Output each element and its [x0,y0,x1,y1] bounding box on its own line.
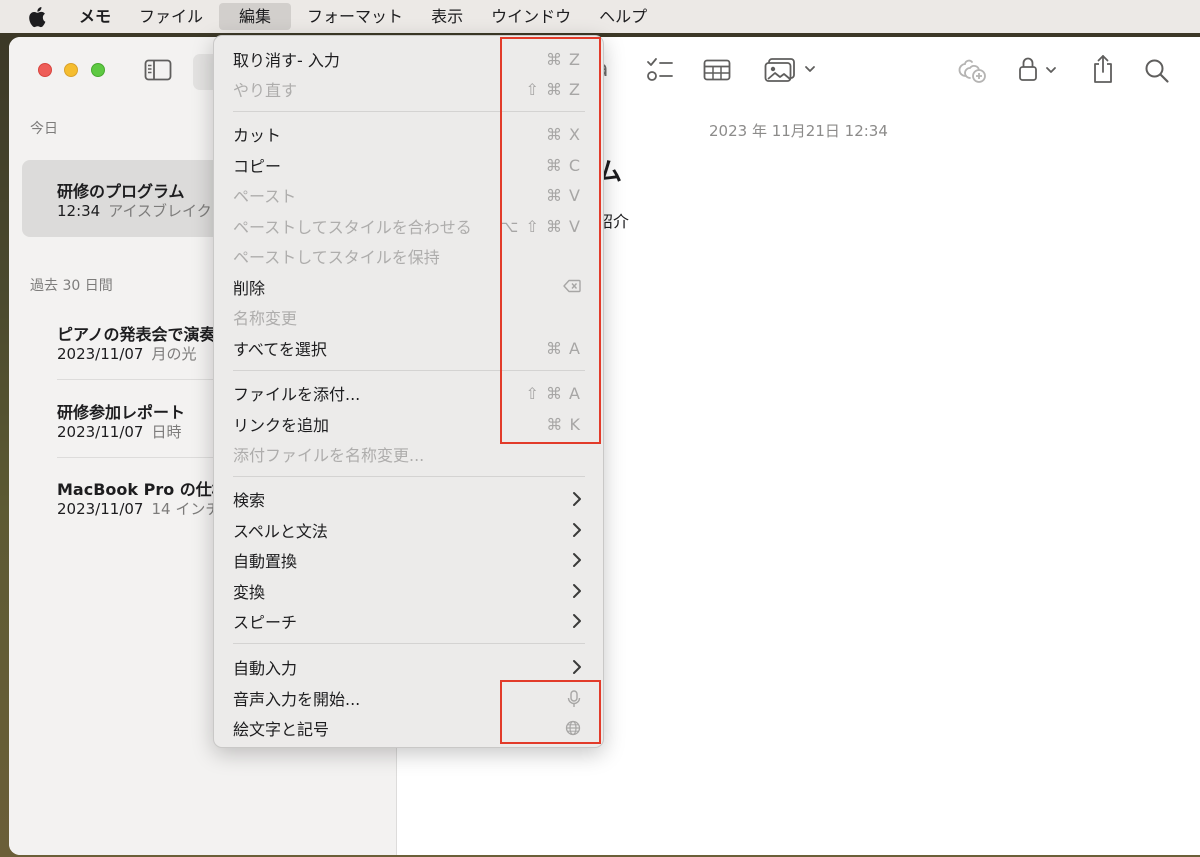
menu-item-label: 絵文字と記号 [233,720,330,739]
minimize-button[interactable] [64,63,78,77]
search-icon[interactable] [1144,58,1170,84]
chevron-right-icon [573,492,581,506]
chevron-right-icon [573,523,581,537]
menu-item-label: すべてを選択 [233,340,327,359]
menu-item-find[interactable]: 検索 [214,484,603,514]
menu-item-label: 名称変更 [233,309,298,328]
menubar-format[interactable]: フォーマット [293,0,417,33]
note-meta: 2023/11/07 月の光 [57,343,196,364]
menu-item-label: コピー [233,157,282,176]
checklist-icon[interactable] [645,57,673,83]
note-meta: 2023/11/07 14 インチ [57,498,220,519]
menubar-view[interactable]: 表示 [417,0,477,33]
icon-highlight-box [500,680,601,744]
menu-item-label: ペーストしてスタイルを合わせる [233,218,472,237]
note-preview: 月の光 [151,345,197,363]
selected-note-title: 研修のプログラム [57,182,185,201]
menubar-file[interactable]: ファイル [125,0,217,33]
lock-icon[interactable] [1017,55,1065,83]
sidebar-toggle-icon[interactable] [144,59,172,81]
menu-item-label: 音声入力を開始... [233,690,361,709]
note-title[interactable]: MacBook Pro の仕様 [57,476,228,500]
table-icon[interactable] [703,59,731,81]
share-icon[interactable] [1092,54,1114,84]
collaborate-icon[interactable] [957,56,987,84]
note-title[interactable]: ピアノの発表会で演奏 [57,321,216,345]
menu-item-transformations[interactable]: 変換 [214,576,603,606]
zoom-button[interactable] [91,63,105,77]
note-meta: 2023/11/07 日時 [57,421,181,442]
menu-item-substitutions[interactable]: 自動置換 [214,545,603,575]
menu-item-speech[interactable]: スピーチ [214,606,603,636]
menu-item-label: 変換 [233,583,266,602]
section-header-today: 今日 [30,121,58,137]
menu-item-label: 自動入力 [233,659,298,678]
selected-note-meta: 12:34 アイスブレイク [57,200,212,221]
apple-logo-icon[interactable] [27,6,47,28]
menu-item-label: カット [233,126,282,145]
menu-item-label: リンクを追加 [233,416,330,435]
menu-item-label: ファイルを添付... [233,385,361,404]
menubar-help[interactable]: ヘルプ [585,0,661,33]
note-preview: 日時 [151,423,182,441]
menubar-window[interactable]: ウインドウ [477,0,585,33]
chevron-right-icon [573,614,581,628]
menu-item-autofill[interactable]: 自動入力 [214,652,603,682]
menu-item-label: ペースト [233,187,297,206]
chevron-right-icon [573,553,581,567]
menu-item-label: やり直す [233,81,298,100]
note-date-header: 2023 年 11月21日 12:34 [709,122,888,140]
chevron-right-icon [573,660,581,674]
menu-bar: メモ ファイル 編集 フォーマット 表示 ウインドウ ヘルプ [0,0,1200,33]
menu-item-label: スピーチ [233,613,298,632]
menu-item-label: スペルと文法 [233,522,328,541]
media-icon[interactable] [764,57,820,83]
menu-item-label: 自動置換 [233,552,298,571]
note-preview: 14 インチ [151,500,221,518]
menu-item-label: ペーストしてスタイルを保持 [233,248,440,267]
close-button[interactable] [38,63,52,77]
note-date: 2023/11/07 [57,500,144,518]
menu-item-spelling-grammar[interactable]: スペルと文法 [214,515,603,545]
chevron-right-icon [573,584,581,598]
note-date: 2023/11/07 [57,345,144,363]
menubar-app-name[interactable]: メモ [65,0,125,33]
note-title[interactable]: 研修参加レポート [57,399,185,423]
note-date: 2023/11/07 [57,423,144,441]
menu-separator [233,643,585,644]
menu-item-label: 添付ファイルを名称変更... [233,446,425,465]
menu-item-label: 取り消す- 入力 [233,51,340,70]
menu-separator [233,476,585,477]
menubar-edit[interactable]: 編集 [219,3,292,30]
notes-window: 今日 研修のプログラム 12:34 アイスブレイク 過去 30 日間 ピアノの発表… [9,37,1200,855]
section-header-past-30-days: 過去 30 日間 [30,278,113,294]
shortcut-highlight-box [500,37,601,444]
selected-note-time: 12:34 [57,202,101,220]
selected-note-preview: アイスブレイク [108,202,212,220]
menu-item-label: 削除 [233,279,266,298]
menu-item-label: 検索 [233,491,266,510]
